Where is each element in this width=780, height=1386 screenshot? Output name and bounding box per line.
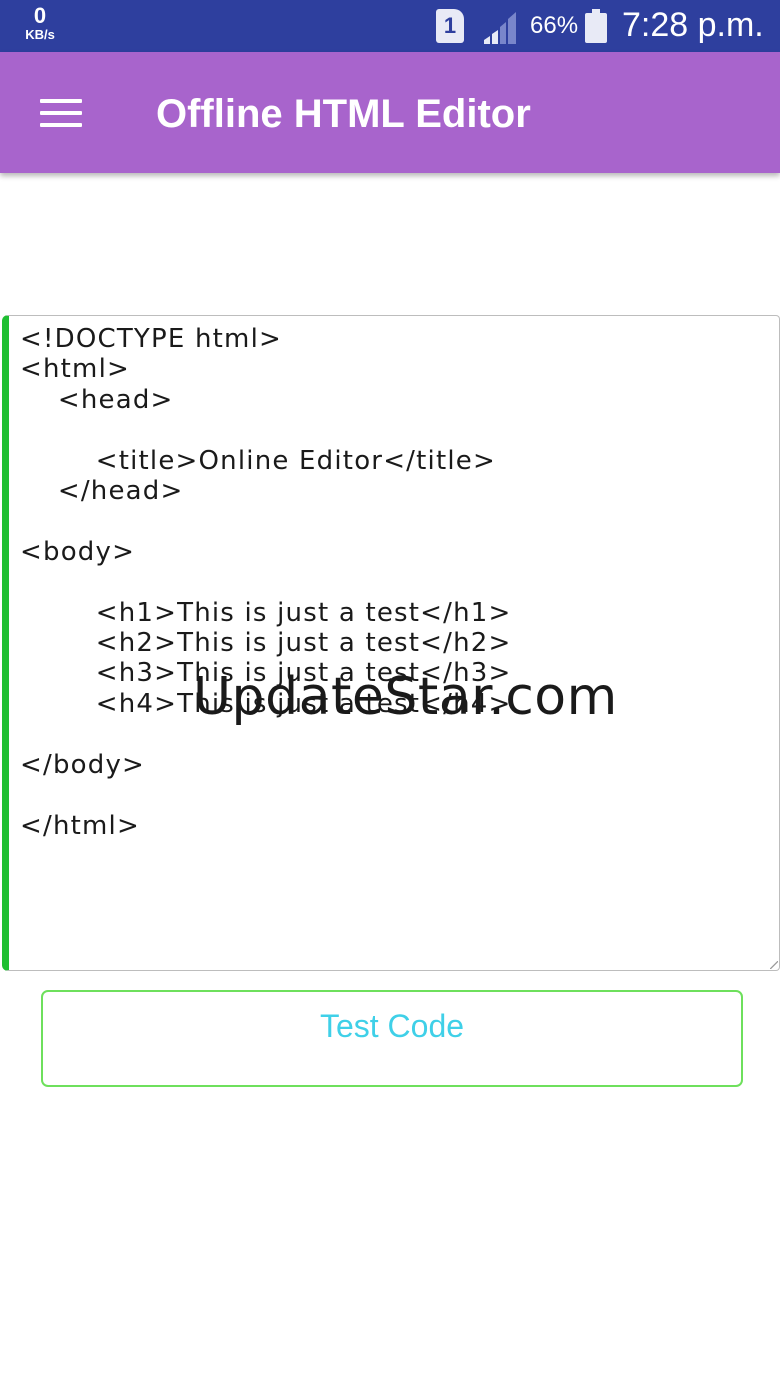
code-line: </body> (20, 749, 146, 780)
sim-card-icon: 1 (436, 9, 464, 43)
signal-strength-icon (484, 12, 516, 44)
resize-handle-icon[interactable] (770, 961, 778, 969)
app-toolbar: Offline HTML Editor (0, 52, 780, 173)
code-line: </head> (20, 476, 184, 507)
code-content: <!DOCTYPE html> <html> <head> <title>Onli… (20, 324, 512, 841)
watermark: UpdateStar.com (193, 667, 618, 727)
network-speed: 0 KB/s (18, 3, 62, 42)
hamburger-menu-icon[interactable] (40, 99, 82, 127)
code-line: <html> (20, 354, 130, 385)
code-line: <!DOCTYPE html> (20, 324, 282, 354)
status-bar: 0 KB/s 1 66% 7:28 p.m. (0, 0, 780, 52)
battery-percent: 66% (530, 12, 579, 39)
network-speed-value: 0 (33, 3, 47, 28)
test-code-button[interactable]: Test Code (41, 990, 743, 1087)
battery-icon (585, 9, 607, 43)
code-line: </html> (20, 810, 140, 841)
code-line: <head> (20, 384, 174, 415)
app-title: Offline HTML Editor (156, 92, 531, 136)
network-speed-unit: KB/s (25, 27, 55, 42)
code-line: <title>Online Editor</title> (20, 445, 496, 476)
code-line: <body> (20, 536, 136, 567)
code-line: <h2>This is just a test</h2> (20, 628, 512, 659)
status-clock: 7:28 p.m. (622, 6, 764, 44)
code-editor-textarea[interactable]: <!DOCTYPE html> <html> <head> <title>Onli… (2, 315, 780, 971)
code-line: <h1>This is just a test</h1> (20, 597, 512, 628)
